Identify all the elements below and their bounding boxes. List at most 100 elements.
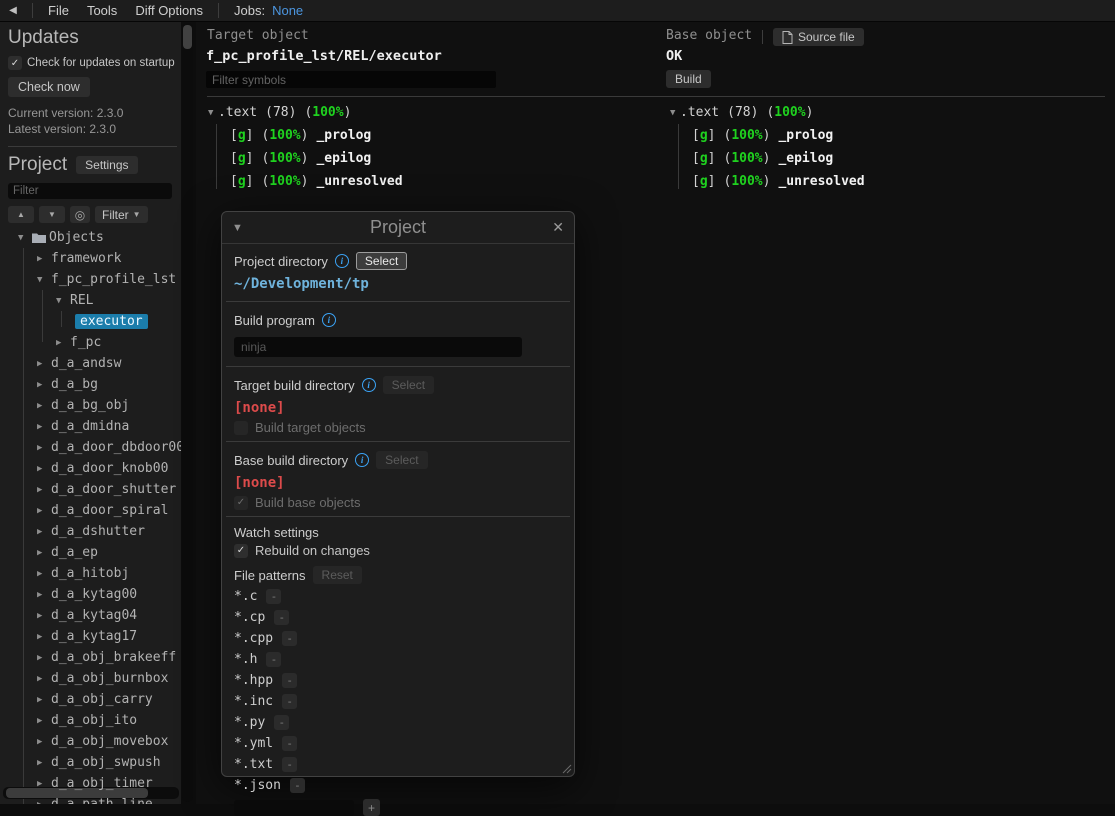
- close-icon[interactable]: ✕: [544, 219, 564, 236]
- target-build-directory-select-button[interactable]: Select: [383, 376, 434, 394]
- symbol-row[interactable]: g100%_prolog: [204, 124, 644, 147]
- expand-icon[interactable]: ▶: [37, 485, 51, 495]
- tree-item[interactable]: ▶d_a_obj_movebox: [8, 731, 181, 752]
- expand-icon[interactable]: ▶: [37, 569, 51, 579]
- remove-pattern-button[interactable]: -: [274, 715, 289, 730]
- resize-grip[interactable]: [560, 762, 572, 774]
- settings-button[interactable]: Settings: [76, 156, 137, 174]
- rebuild-on-changes-checkbox[interactable]: ✓ Rebuild on changes: [234, 543, 562, 558]
- tree-item[interactable]: ▶d_a_hitobj: [8, 563, 181, 584]
- expand-icon[interactable]: ▶: [37, 800, 51, 805]
- tree-item[interactable]: ▶d_a_dshutter: [8, 521, 181, 542]
- tree-item[interactable]: ▶d_a_bg: [8, 374, 181, 395]
- tree-item[interactable]: executor: [8, 311, 181, 332]
- symbol-filter-input[interactable]: [206, 71, 496, 88]
- reset-button[interactable]: Reset: [313, 566, 362, 584]
- remove-pattern-button[interactable]: -: [282, 736, 297, 751]
- expand-icon[interactable]: ▶: [37, 464, 51, 474]
- checkbox-checked-icon[interactable]: ✓: [234, 544, 248, 558]
- tree-item[interactable]: ▶framework: [8, 248, 181, 269]
- expand-icon[interactable]: ▶: [37, 653, 51, 663]
- tree-item[interactable]: ▶d_a_obj_brakeeff: [8, 647, 181, 668]
- source-file-button[interactable]: Source file: [773, 28, 864, 46]
- symbol-row[interactable]: g100%_unresolved: [666, 170, 1106, 193]
- tree-filter-dropdown[interactable]: Filter ▼: [95, 206, 148, 223]
- locate-current-icon[interactable]: ◎: [70, 206, 90, 223]
- expand-icon[interactable]: ▶: [37, 716, 51, 726]
- expand-icon[interactable]: ▶: [37, 674, 51, 684]
- section-header[interactable]: ▼.text78100%: [666, 101, 1106, 124]
- collapse-icon[interactable]: ▼: [18, 233, 32, 243]
- checkbox-unchecked-icon[interactable]: ✓: [234, 421, 248, 435]
- expand-icon[interactable]: ▶: [37, 737, 51, 747]
- expand-icon[interactable]: ▶: [37, 401, 51, 411]
- symbol-row[interactable]: g100%_epilog: [666, 147, 1106, 170]
- expand-icon[interactable]: ▶: [37, 443, 51, 453]
- expand-icon[interactable]: ▶: [37, 254, 51, 264]
- base-build-directory-select-button[interactable]: Select: [376, 451, 427, 469]
- section-header[interactable]: ▼.text78100%: [204, 101, 644, 124]
- build-base-objects-checkbox[interactable]: ✓ Build base objects: [234, 495, 562, 510]
- tree-item[interactable]: ▶d_a_obj_burnbox: [8, 668, 181, 689]
- project-filter-input[interactable]: [8, 183, 172, 199]
- expand-icon[interactable]: ▶: [37, 695, 51, 705]
- checkbox-checked-icon[interactable]: ✓: [8, 56, 22, 70]
- symbol-row[interactable]: g100%_prolog: [666, 124, 1106, 147]
- check-now-button[interactable]: Check now: [8, 77, 90, 97]
- build-target-objects-checkbox[interactable]: ✓ Build target objects: [234, 420, 562, 435]
- symbol-row[interactable]: g100%_unresolved: [204, 170, 644, 193]
- remove-pattern-button[interactable]: -: [274, 610, 289, 625]
- remove-pattern-button[interactable]: -: [282, 673, 297, 688]
- build-button[interactable]: Build: [666, 70, 711, 88]
- collapse-icon[interactable]: ▼: [56, 296, 70, 306]
- scroll-up-button[interactable]: ▲: [8, 206, 34, 223]
- collapse-icon[interactable]: ▼: [232, 222, 252, 234]
- tree-item[interactable]: ▶d_a_kytag00: [8, 584, 181, 605]
- tree-item[interactable]: ▶d_a_obj_timer: [8, 773, 181, 794]
- tree-item[interactable]: ▶d_a_door_shutter: [8, 479, 181, 500]
- checkbox-checked-icon[interactable]: ✓: [234, 496, 248, 510]
- expand-icon[interactable]: ▶: [37, 779, 51, 789]
- menu-file[interactable]: File: [39, 3, 78, 18]
- add-pattern-button[interactable]: +: [363, 799, 380, 816]
- expand-icon[interactable]: ▶: [37, 548, 51, 558]
- symbol-row[interactable]: g100%_epilog: [204, 147, 644, 170]
- remove-pattern-button[interactable]: -: [282, 757, 297, 772]
- scrollbar-thumb[interactable]: [183, 25, 192, 49]
- tree-item[interactable]: ▶d_a_andsw: [8, 353, 181, 374]
- build-program-input[interactable]: [234, 337, 522, 357]
- expand-icon[interactable]: ▶: [37, 506, 51, 516]
- tree-item[interactable]: ▶d_a_ep: [8, 542, 181, 563]
- expand-icon[interactable]: ▶: [37, 611, 51, 621]
- tree-item[interactable]: ▶d_a_obj_swpush: [8, 752, 181, 773]
- menu-diff-options[interactable]: Diff Options: [126, 3, 212, 18]
- expand-icon[interactable]: ▶: [37, 380, 51, 390]
- tree-item[interactable]: ▼REL: [8, 290, 181, 311]
- tree-item[interactable]: ▶d_a_obj_ito: [8, 710, 181, 731]
- tree-item[interactable]: ▼f_pc_profile_lst: [8, 269, 181, 290]
- menu-tools[interactable]: Tools: [78, 3, 126, 18]
- tree-item[interactable]: ▶d_a_kytag17: [8, 626, 181, 647]
- expand-icon[interactable]: ▶: [37, 632, 51, 642]
- add-pattern-input[interactable]: [234, 800, 354, 816]
- dialog-title-bar[interactable]: ▼ Project ✕: [222, 212, 574, 244]
- remove-pattern-button[interactable]: -: [266, 589, 281, 604]
- tree-item[interactable]: ▶d_a_door_dbdoor00: [8, 437, 181, 458]
- tree-item[interactable]: ▶d_a_door_knob00: [8, 458, 181, 479]
- expand-icon[interactable]: ▶: [56, 338, 70, 348]
- tree-item[interactable]: ▶d_a_kytag04: [8, 605, 181, 626]
- scroll-down-button[interactable]: ▼: [39, 206, 65, 223]
- expand-icon[interactable]: ▶: [37, 758, 51, 768]
- expand-icon[interactable]: ▶: [37, 527, 51, 537]
- tree-item[interactable]: ▼Objects: [8, 227, 181, 248]
- remove-pattern-button[interactable]: -: [290, 778, 305, 793]
- tree-item[interactable]: ▶d_a_bg_obj: [8, 395, 181, 416]
- tree-item[interactable]: ▶d_a_dmidna: [8, 416, 181, 437]
- tree-item[interactable]: ▶d_a_path_line: [8, 794, 181, 804]
- tree-item[interactable]: ▶d_a_obj_carry: [8, 689, 181, 710]
- collapse-icon[interactable]: ▼: [666, 108, 680, 118]
- expand-icon[interactable]: ▶: [37, 590, 51, 600]
- expand-icon[interactable]: ▶: [37, 359, 51, 369]
- remove-pattern-button[interactable]: -: [266, 652, 281, 667]
- project-directory-select-button[interactable]: Select: [356, 252, 407, 270]
